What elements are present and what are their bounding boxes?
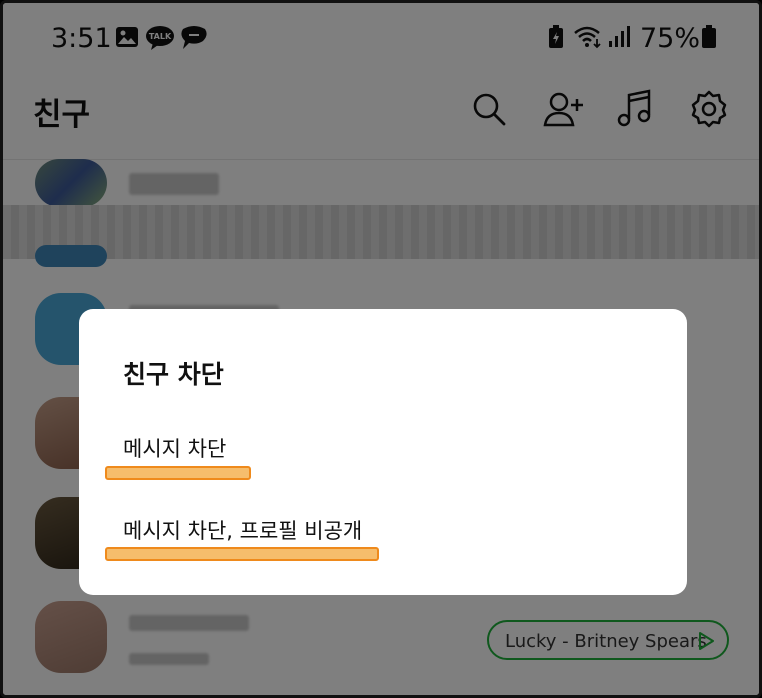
- option-block-message[interactable]: 메시지 차단: [123, 433, 226, 463]
- app-screen: 3:51 TALK 75% 친구: [0, 0, 762, 698]
- dialog-title: 친구 차단: [123, 360, 224, 389]
- block-friend-dialog: 친구 차단 메시지 차단 메시지 차단, 프로필 비공개: [79, 309, 687, 595]
- highlight-mark: [105, 547, 379, 561]
- option-block-message-hide-profile[interactable]: 메시지 차단, 프로필 비공개: [123, 515, 362, 545]
- highlight-mark: [105, 466, 251, 480]
